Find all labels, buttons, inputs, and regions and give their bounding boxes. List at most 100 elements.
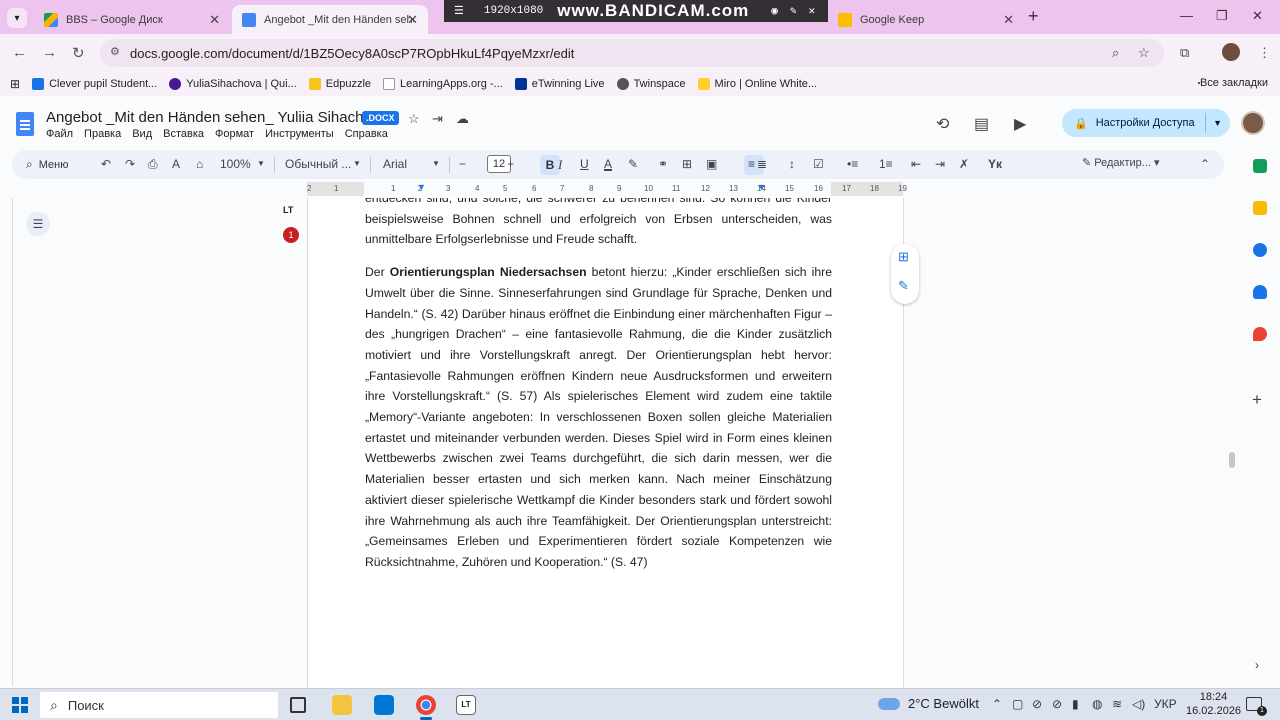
bulleted-list-icon[interactable]: •≡ <box>847 157 858 171</box>
taskbar-search-input[interactable]: ⌕ Поиск <box>40 692 278 718</box>
close-window-button[interactable]: ✕ <box>1252 8 1263 24</box>
tab-document[interactable]: Angebot _Mit den Händen sehe ✕ <box>232 5 428 34</box>
version-history-icon[interactable]: ⟲ <box>936 114 949 134</box>
hide-side-panel-icon[interactable]: › <box>1255 658 1259 672</box>
bookmark-item[interactable]: Edpuzzle <box>308 78 371 90</box>
bookmark-item[interactable]: eTwinning Live <box>514 78 605 90</box>
print-icon[interactable]: ⎙ <box>148 157 158 172</box>
bookmark-star-icon[interactable]: ☆ <box>1138 45 1150 61</box>
camera-icon[interactable]: ◉ <box>771 4 778 18</box>
translate-icon[interactable]: Yк <box>988 157 1002 171</box>
move-folder-icon[interactable]: ⇥ <box>432 111 443 127</box>
editing-mode-select[interactable]: ✎ Редактир... ▾ <box>1082 156 1160 169</box>
user-avatar[interactable] <box>1241 111 1265 135</box>
horizontal-ruler[interactable]: 2 1 1 2 3 4 5 6 7 8 9 10 11 12 13 14 15 … <box>307 182 907 196</box>
spellcheck-icon[interactable]: A <box>172 157 180 171</box>
chevron-down-icon[interactable]: ▼ <box>1213 118 1222 128</box>
vertical-scrollbar[interactable] <box>1229 452 1235 468</box>
language-indicator[interactable]: УКР <box>1154 697 1177 711</box>
paint-format-icon[interactable]: ⌂ <box>196 157 203 171</box>
extension-badge-icon[interactable]: 1 <box>283 227 299 243</box>
weather-widget[interactable]: 2°C Bewölkt <box>878 696 979 711</box>
close-tab-icon[interactable]: ✕ <box>407 12 418 28</box>
add-comment-icon[interactable]: ⊞ <box>898 249 909 265</box>
share-button[interactable]: 🔒 Настройки Доступа ▼ <box>1062 109 1230 137</box>
tasks-icon[interactable] <box>1253 243 1267 257</box>
get-addons-icon[interactable]: + <box>1252 390 1262 410</box>
close-tab-icon[interactable]: ✕ <box>1003 12 1014 28</box>
suggest-edit-icon[interactable]: ✎ <box>898 278 909 294</box>
pencil-icon[interactable]: ✎ <box>790 4 797 18</box>
sheets-icon[interactable] <box>1253 159 1267 173</box>
line-spacing-icon[interactable]: ↕ <box>789 157 795 171</box>
meet-icon[interactable]: ▶ <box>1014 114 1026 134</box>
zoom-select[interactable]: 100% <box>220 157 251 171</box>
language-tool-icon[interactable]: LT <box>456 695 476 715</box>
notifications-icon[interactable]: 1 <box>1246 697 1267 716</box>
star-icon[interactable]: ☆ <box>408 111 420 127</box>
docs-logo-icon[interactable] <box>16 112 34 136</box>
show-hidden-icons-icon[interactable]: ⌃ <box>992 697 1002 711</box>
numbered-list-icon[interactable]: 1≡ <box>879 157 893 171</box>
tray-camera-icon[interactable]: ⊘ <box>1032 697 1042 711</box>
chevron-down-icon[interactable]: ▼ <box>353 159 361 168</box>
decrease-indent-icon[interactable]: ⇤ <box>911 157 921 171</box>
keep-icon[interactable] <box>1253 201 1267 215</box>
bold-button[interactable]: B <box>540 155 560 175</box>
italic-icon[interactable]: I <box>558 157 562 173</box>
bookmark-item[interactable]: Twinspace <box>616 78 686 90</box>
paragraph[interactable]: Der Orientierungsplan Niedersachsen beto… <box>365 262 832 573</box>
wifi-icon[interactable]: ≋ <box>1112 697 1122 711</box>
menu-edit[interactable]: Правка <box>84 128 121 140</box>
new-tab-button[interactable]: + <box>1028 6 1039 27</box>
chevron-down-icon[interactable]: ▼ <box>432 159 440 168</box>
text-color-icon[interactable]: A <box>604 157 612 171</box>
undo-icon[interactable]: ↶ <box>101 157 111 171</box>
menu-file[interactable]: Файл <box>46 128 73 140</box>
tab-drive[interactable]: BBS – Google Диск ✕ <box>34 5 230 34</box>
checklist-icon[interactable]: ☑ <box>813 157 824 171</box>
tab-search-button[interactable]: ▾ <box>7 8 27 28</box>
document-title[interactable]: Angebot _Mit den Händen sehen_ Yuliia Si… <box>46 109 388 126</box>
file-explorer-icon[interactable] <box>332 695 352 715</box>
left-indent-marker[interactable]: ▼ <box>417 182 426 192</box>
document-body[interactable]: entdecken sind, und solche, die schwerer… <box>365 198 832 585</box>
back-icon[interactable]: ← <box>12 44 27 61</box>
comments-icon[interactable]: ▤ <box>974 114 989 134</box>
tray-security-icon[interactable]: ◍ <box>1092 697 1102 711</box>
font-select[interactable]: Arial <box>383 157 407 171</box>
tray-app-icon[interactable]: ▢ <box>1012 697 1023 711</box>
url-input[interactable]: ⚙ docs.google.com/document/d/1BZ5Oecy8A0… <box>100 39 1164 67</box>
maximize-window-button[interactable]: ❐ <box>1216 8 1228 24</box>
close-icon[interactable]: ✕ <box>809 4 816 18</box>
menu-view[interactable]: Вид <box>132 128 152 140</box>
highlight-icon[interactable]: ✎ <box>628 157 638 171</box>
paragraph[interactable]: entdecken sind, und solche, die schwerer… <box>365 198 832 250</box>
extensions-icon[interactable]: ⧉ <box>1180 45 1189 61</box>
tray-battery-icon[interactable]: ▮ <box>1072 697 1079 711</box>
right-indent-marker[interactable]: ▼ <box>757 182 766 192</box>
clear-formatting-icon[interactable]: ✗ <box>959 157 969 171</box>
contacts-icon[interactable] <box>1253 285 1267 299</box>
maps-icon[interactable] <box>1253 327 1267 341</box>
microsoft-store-icon[interactable] <box>374 695 394 715</box>
system-clock[interactable]: 18:24 16.02.2026 <box>1186 690 1241 718</box>
zoom-search-icon[interactable]: ⌕ <box>1112 45 1119 61</box>
apps-grid-icon[interactable]: ⊞ <box>10 77 20 91</box>
reload-icon[interactable]: ↻ <box>72 44 85 62</box>
close-tab-icon[interactable]: ✕ <box>209 12 220 28</box>
volume-icon[interactable]: ◁) <box>1132 697 1145 711</box>
chevron-down-icon[interactable]: ▼ <box>257 159 265 168</box>
underline-icon[interactable]: U <box>580 157 589 171</box>
tab-keep[interactable]: Google Keep ✕ <box>828 5 1024 34</box>
menu-search[interactable]: ⌕ Меню <box>18 153 104 176</box>
bookmark-item[interactable]: Miro | Online White... <box>697 78 817 90</box>
redo-icon[interactable]: ↷ <box>125 157 135 171</box>
align-icon[interactable]: ≣ <box>757 157 767 171</box>
task-view-icon[interactable] <box>290 697 306 713</box>
menu-format[interactable]: Формат <box>215 128 254 140</box>
link-icon[interactable]: ⚭ <box>658 157 668 171</box>
windows-start-icon[interactable] <box>12 697 28 713</box>
extension-logo-icon[interactable]: LT <box>283 205 293 215</box>
increase-font-size-icon[interactable]: + <box>507 157 514 171</box>
